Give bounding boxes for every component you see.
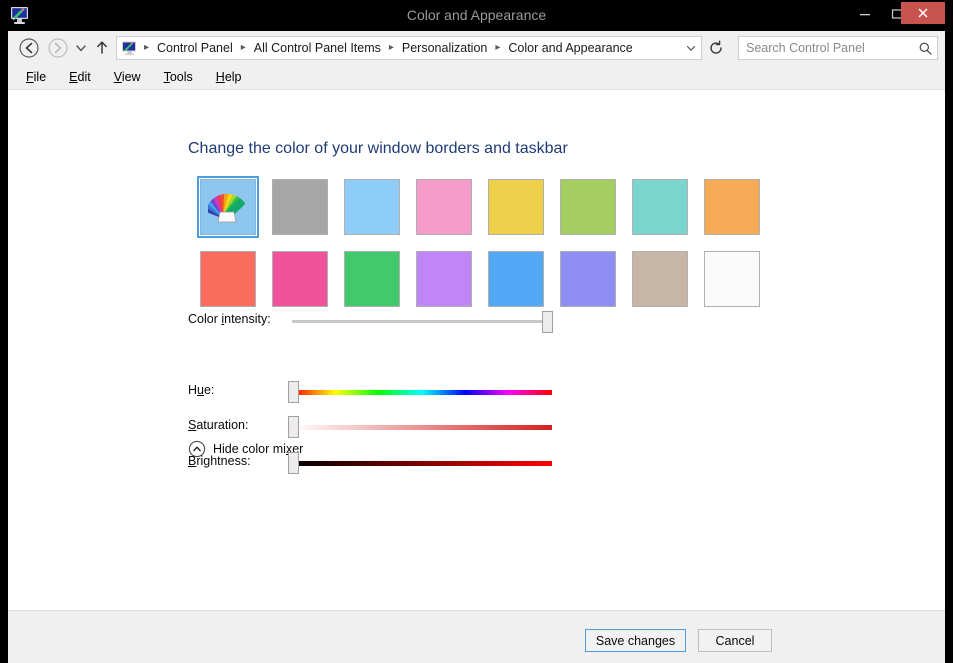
color-intensity-thumb[interactable]: [542, 311, 553, 333]
breadcrumb-item-all-control-panel-items[interactable]: All Control Panel Items: [250, 40, 385, 56]
menu-bar: File Edit View Tools Help: [8, 65, 945, 89]
forward-arrow-icon: [48, 38, 68, 58]
back-button[interactable]: [16, 35, 42, 61]
breadcrumb-separator: ▸: [388, 42, 394, 53]
minimize-icon: [859, 14, 870, 16]
forward-button[interactable]: [45, 35, 71, 61]
color-swatch-white[interactable]: [704, 251, 760, 307]
hue-label-pre: H: [188, 383, 198, 397]
saturation-label: Saturation:: [188, 418, 248, 432]
menu-item-edit[interactable]: Edit: [69, 68, 101, 86]
menu-accel-v: V: [113, 70, 122, 84]
menu-item-help[interactable]: Help: [216, 68, 252, 86]
color-intensity-label: Color intensity:: [188, 312, 271, 326]
sat-label-post: aturation:: [196, 418, 249, 432]
bri-label-post: rightness:: [196, 454, 251, 468]
color-swatch-orange[interactable]: [704, 179, 760, 235]
menu-item-file-rest: ile: [33, 70, 47, 84]
color-swatch-light-purple[interactable]: [416, 251, 472, 307]
minimize-button[interactable]: [849, 0, 880, 28]
hue-row: Hue:: [188, 380, 708, 404]
page-title: Change the color of your window borders …: [188, 140, 568, 157]
content-pane: Change the color of your window borders …: [8, 89, 945, 610]
address-dropdown-button[interactable]: [681, 37, 701, 59]
breadcrumb-item-control-panel[interactable]: Control Panel: [153, 40, 237, 56]
close-icon: [918, 8, 928, 18]
menu-item-file[interactable]: File: [26, 68, 56, 86]
breadcrumb[interactable]: ▸ Control Panel ▸ All Control Panel Item…: [116, 36, 702, 60]
breadcrumb-item-color-and-appearance[interactable]: Color and Appearance: [504, 40, 636, 56]
color-intensity-track[interactable]: [292, 311, 553, 333]
color-swatch-gray[interactable]: [272, 179, 328, 235]
hue-slider-thumb[interactable]: [288, 381, 299, 403]
cancel-button[interactable]: Cancel: [698, 629, 772, 652]
menu-accel-f: F: [26, 70, 34, 84]
search-input[interactable]: [739, 38, 913, 58]
brightness-label: Brightness:: [188, 454, 251, 468]
color-swatch-salmon-red[interactable]: [200, 251, 256, 307]
color-swatch-lime-green[interactable]: [560, 179, 616, 235]
breadcrumb-separator: ▸: [143, 42, 150, 53]
menu-item-help-rest: elp: [224, 70, 242, 84]
breadcrumb-separator: ▸: [240, 42, 246, 53]
intensity-label-post: ntensity:: [224, 312, 271, 326]
intensity-label-pre: Color: [188, 312, 222, 326]
saturation-slider-thumb[interactable]: [288, 416, 299, 438]
menu-accel-e: E: [69, 70, 78, 84]
close-button[interactable]: [901, 2, 945, 24]
menu-item-tools[interactable]: Tools: [164, 68, 203, 86]
hue-label-accel: u: [197, 383, 204, 397]
search-icon[interactable]: [913, 37, 937, 59]
search-box[interactable]: [738, 36, 938, 60]
brightness-slider-track[interactable]: [292, 461, 552, 466]
color-swatch-grid: [197, 176, 776, 323]
saturation-row: Saturation:: [188, 415, 708, 439]
color-intensity-row: Color intensity:: [188, 309, 708, 333]
hue-label: Hue:: [188, 383, 214, 397]
breadcrumb-separator: ▸: [495, 42, 501, 53]
control-panel-icon: [121, 40, 138, 57]
color-swatch-light-blue[interactable]: [344, 179, 400, 235]
refresh-button[interactable]: [705, 36, 727, 60]
chevron-down-icon: [686, 45, 696, 51]
brightness-row: Brightness:: [188, 451, 708, 475]
color-fan-deck-icon: [208, 193, 246, 223]
color-swatch-taupe[interactable]: [632, 251, 688, 307]
breadcrumb-item-personalization[interactable]: Personalization: [398, 40, 491, 56]
back-arrow-icon: [19, 38, 39, 58]
color-swatch-pink[interactable]: [416, 179, 472, 235]
color-swatch-magenta[interactable]: [272, 251, 328, 307]
hue-slider-track[interactable]: [292, 390, 552, 395]
address-bar: ▸ Control Panel ▸ All Control Panel Item…: [8, 31, 945, 65]
save-changes-button[interactable]: Save changes: [585, 629, 686, 652]
chevron-down-icon: [76, 45, 86, 52]
window-title: Color and Appearance: [406, 7, 547, 23]
menu-accel-h: H: [215, 70, 225, 84]
color-and-appearance-window: Color and Appearance ▸ Control Panel ▸ A…: [0, 0, 953, 663]
color-swatch-blue[interactable]: [488, 251, 544, 307]
color-swatch-automatic-color[interactable]: [197, 176, 259, 238]
dialog-footer: Save changes Cancel: [8, 610, 945, 663]
client-area: ▸ Control Panel ▸ All Control Panel Item…: [8, 31, 945, 663]
color-swatch-green[interactable]: [344, 251, 400, 307]
color-swatch-turquoise[interactable]: [632, 179, 688, 235]
hue-label-post: e:: [203, 383, 215, 397]
color-swatch-periwinkle[interactable]: [560, 251, 616, 307]
menu-item-edit-rest: dit: [77, 70, 91, 84]
menu-item-tools-rest: ools: [169, 70, 193, 84]
menu-item-view-rest: iew: [121, 70, 141, 84]
title-bar: Color and Appearance: [0, 0, 953, 31]
up-arrow-icon: [97, 41, 107, 54]
color-swatch-yellow[interactable]: [488, 179, 544, 235]
up-one-level-button[interactable]: [92, 35, 112, 61]
recent-pages-button[interactable]: [72, 35, 90, 61]
brightness-slider-thumb[interactable]: [288, 452, 299, 474]
refresh-icon: [710, 40, 722, 54]
menu-item-view[interactable]: View: [114, 68, 151, 86]
saturation-slider-track[interactable]: [292, 425, 552, 430]
